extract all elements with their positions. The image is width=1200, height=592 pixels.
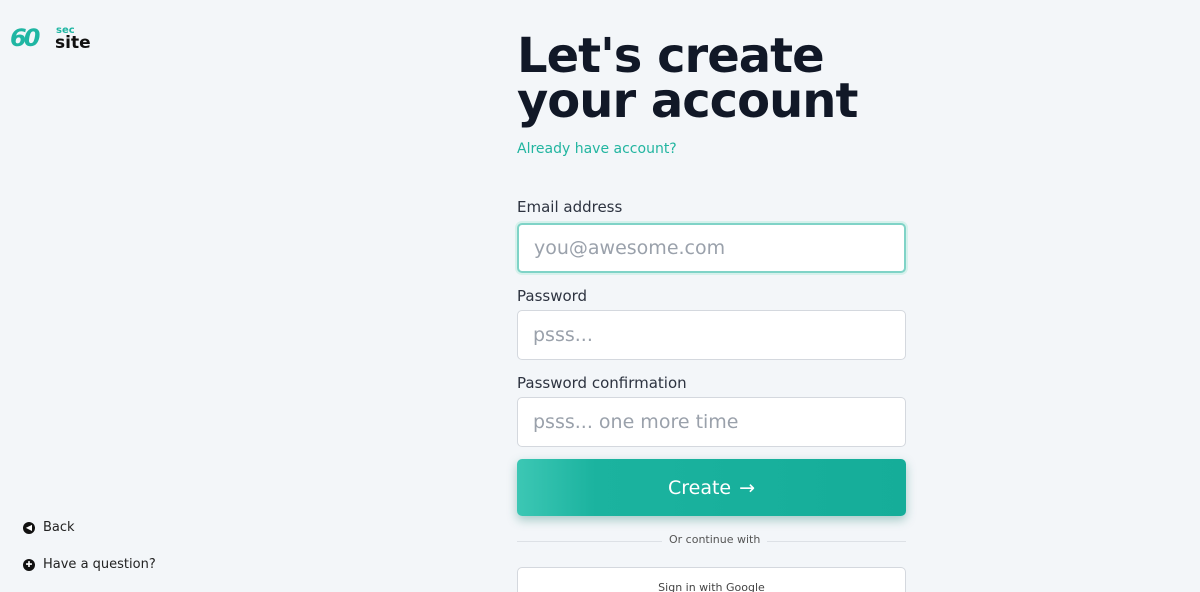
lifebuoy-icon: ✚ — [23, 558, 35, 571]
divider-text: Or continue with — [662, 533, 768, 546]
create-button-label: Create — [667, 476, 732, 499]
password-label: Password — [517, 287, 588, 305]
password-field[interactable] — [517, 310, 906, 360]
back-link[interactable]: ◀ Back — [23, 520, 75, 535]
page-title: Let's create your account — [517, 28, 858, 129]
question-link[interactable]: ✚ Have a question? — [23, 557, 156, 572]
google-signin-button[interactable]: Sign in with Google — [517, 567, 906, 592]
signup-page: 60 sec site ◀ Back ✚ Have a question? Le… — [0, 0, 1200, 592]
password-confirmation-field[interactable] — [517, 397, 906, 447]
already-have-account-link[interactable]: Already have account? — [517, 141, 677, 157]
password-confirmation-label: Password confirmation — [517, 374, 687, 392]
logo-number: 60 — [10, 24, 40, 52]
site-logo[interactable]: 60 sec site — [10, 24, 100, 56]
email-field[interactable] — [517, 223, 906, 273]
logo-site: site — [55, 33, 91, 53]
google-signin-label: Sign in with Google — [658, 580, 765, 592]
arrow-right-icon: → — [739, 476, 756, 499]
arrow-left-circle-icon: ◀ — [23, 521, 35, 534]
back-link-label: Back — [43, 520, 75, 535]
create-button[interactable]: Create → — [517, 459, 906, 516]
question-link-label: Have a question? — [43, 557, 156, 572]
email-label: Email address — [517, 198, 623, 216]
